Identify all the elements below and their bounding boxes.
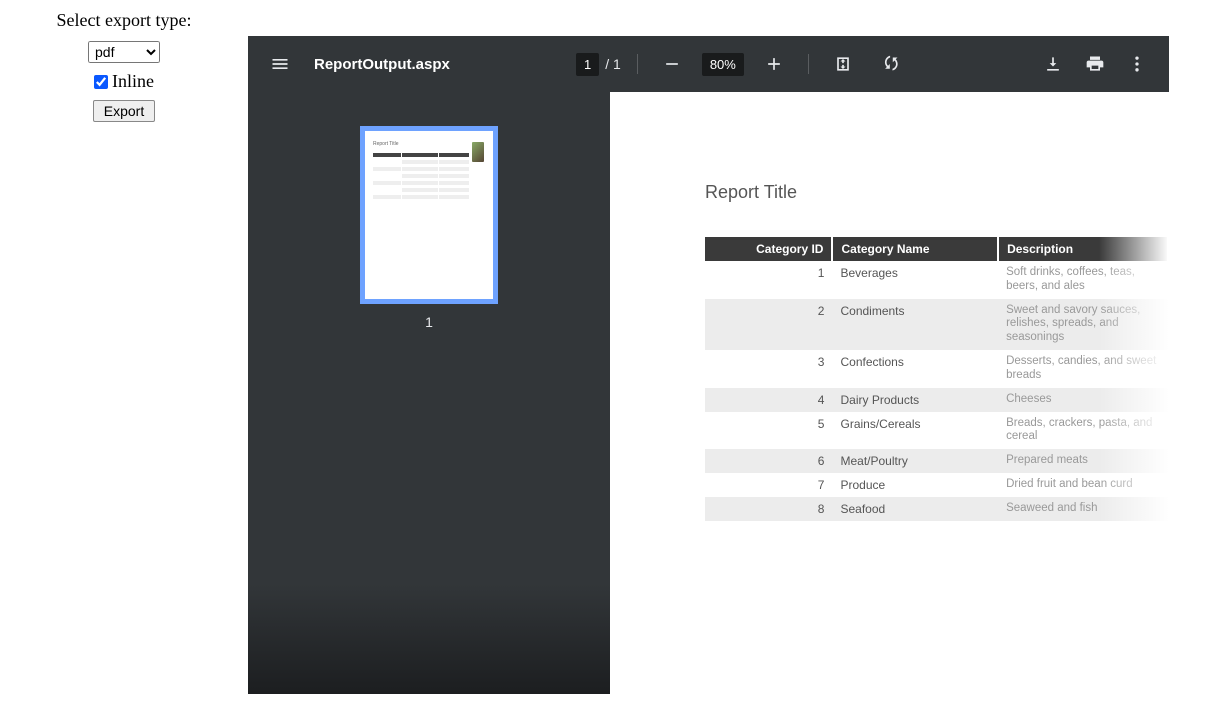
cell-id: 4 [705, 388, 832, 412]
cell-desc: Sweet and savory sauces, relishes, sprea… [998, 299, 1168, 350]
print-icon[interactable] [1077, 46, 1113, 82]
export-type-select[interactable]: pdf [88, 41, 160, 63]
table-header: Category ID [705, 237, 832, 261]
cell-id: 6 [705, 449, 832, 473]
zoom-out-icon[interactable] [654, 46, 690, 82]
more-icon[interactable] [1119, 46, 1155, 82]
cell-id: 8 [705, 497, 832, 521]
export-controls: Select export type: pdf Inline Export [0, 0, 248, 716]
inline-checkbox[interactable] [94, 75, 108, 89]
pdf-viewer: ReportOutput.aspx 1 / 1 80% [248, 0, 1223, 716]
table-row: 5Grains/CerealsBreads, crackers, pasta, … [705, 412, 1168, 450]
toolbar-divider [637, 54, 638, 74]
cell-name: Condiments [832, 299, 998, 350]
table-row: 7ProduceDried fruit and bean curd [705, 473, 1168, 497]
inline-label: Inline [112, 71, 154, 92]
cell-id: 2 [705, 299, 832, 350]
cell-desc: Desserts, candies, and sweet breads [998, 350, 1168, 388]
table-row: 1BeveragesSoft drinks, coffees, teas, be… [705, 261, 1168, 299]
cell-name: Dairy Products [832, 388, 998, 412]
zoom-in-icon[interactable] [756, 46, 792, 82]
cell-name: Grains/Cereals [832, 412, 998, 450]
table-row: 4Dairy ProductsCheeses [705, 388, 1168, 412]
toolbar-divider [808, 54, 809, 74]
page-indicator: 1 / 1 [576, 53, 621, 76]
menu-icon[interactable] [262, 46, 298, 82]
cell-id: 7 [705, 473, 832, 497]
cell-desc: Breads, crackers, pasta, and cereal [998, 412, 1168, 450]
cell-name: Produce [832, 473, 998, 497]
cell-id: 5 [705, 412, 832, 450]
thumbnail-image-icon [472, 142, 484, 162]
download-icon[interactable] [1035, 46, 1071, 82]
table-header: Category Name [832, 237, 998, 261]
document-title: ReportOutput.aspx [314, 56, 450, 73]
cell-id: 3 [705, 350, 832, 388]
page-content[interactable]: Report Title Category IDCategory NameDes… [610, 92, 1169, 694]
table-row: 6Meat/PoultryPrepared meats [705, 449, 1168, 473]
zoom-value[interactable]: 80% [702, 53, 744, 76]
report-table: Category IDCategory NameDescription 1Bev… [705, 237, 1169, 521]
rotate-icon[interactable] [873, 46, 909, 82]
cell-id: 1 [705, 261, 832, 299]
pdf-toolbar: ReportOutput.aspx 1 / 1 80% [248, 36, 1169, 92]
page-current-input[interactable]: 1 [576, 53, 599, 76]
fit-page-icon[interactable] [825, 46, 861, 82]
cell-name: Confections [832, 350, 998, 388]
report-title: Report Title [705, 182, 1169, 203]
cell-name: Beverages [832, 261, 998, 299]
export-heading: Select export type: [0, 10, 248, 31]
cell-desc: Cheeses [998, 388, 1168, 412]
page-thumbnail[interactable]: Report Title [360, 126, 498, 304]
cell-name: Seafood [832, 497, 998, 521]
table-row: 8SeafoodSeaweed and fish [705, 497, 1168, 521]
table-row: 3ConfectionsDesserts, candies, and sweet… [705, 350, 1168, 388]
cell-desc: Prepared meats [998, 449, 1168, 473]
export-button[interactable]: Export [93, 100, 155, 122]
cell-desc: Dried fruit and bean curd [998, 473, 1168, 497]
page-total: / 1 [605, 56, 621, 72]
table-header: Description [998, 237, 1168, 261]
cell-name: Meat/Poultry [832, 449, 998, 473]
cell-desc: Seaweed and fish [998, 497, 1168, 521]
cell-desc: Soft drinks, coffees, teas, beers, and a… [998, 261, 1168, 299]
thumbnail-number: 1 [425, 314, 433, 330]
thumbnail-panel: Report Title 1 [248, 92, 610, 694]
table-row: 2CondimentsSweet and savory sauces, reli… [705, 299, 1168, 350]
